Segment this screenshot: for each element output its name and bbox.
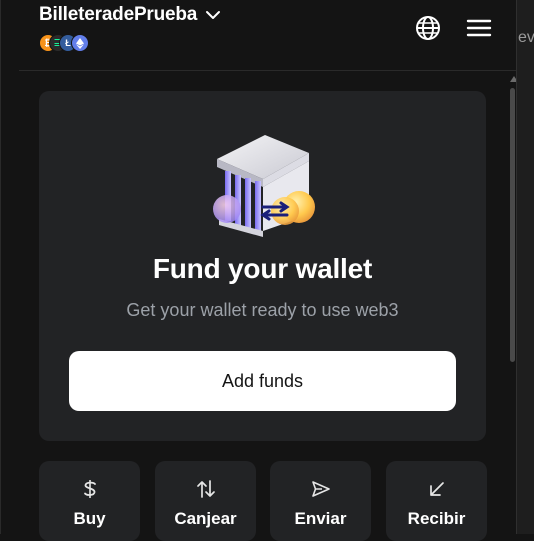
action-label-send: Enviar (294, 509, 347, 528)
add-funds-button[interactable]: Add funds (69, 351, 456, 411)
wallet-selector[interactable]: BilleteradePrueba (39, 4, 221, 26)
card-title: Fund your wallet (152, 253, 373, 284)
swap-arrows-icon (196, 480, 215, 498)
action-label-swap: Canjear (174, 509, 237, 528)
swap-button[interactable]: Canjear (155, 461, 256, 541)
adjacent-window-edge: ev (516, 0, 534, 534)
buy-button[interactable]: Buy (39, 461, 140, 541)
adjacent-window-text: ev (518, 29, 534, 46)
wallet-name: BilleteradePrueba (39, 4, 198, 25)
send-icon (311, 481, 330, 497)
ethereum-icon (71, 34, 89, 52)
action-label-receive: Recibir (407, 509, 466, 528)
card-subtitle: Get your wallet ready to use web3 (126, 300, 399, 320)
bank-with-coins-illustration (213, 135, 315, 237)
wallet-panel: BilleteradePrueba ₿ Ł Fund your wallet G… (0, 0, 518, 541)
receive-button[interactable]: Recibir (386, 461, 487, 541)
send-button[interactable]: Enviar (270, 461, 371, 541)
chevron-down-icon (206, 11, 221, 19)
dollar-icon (83, 480, 96, 498)
globe-icon[interactable] (415, 15, 441, 41)
action-label-buy: Buy (73, 509, 106, 528)
header: BilleteradePrueba ₿ Ł (19, 0, 517, 71)
receive-arrow-icon (429, 482, 444, 496)
hamburger-menu-icon[interactable] (466, 16, 492, 40)
scroll-thumb[interactable] (510, 88, 515, 362)
fund-wallet-card: Fund your wallet Get your wallet ready t… (39, 91, 486, 441)
quick-actions: Buy Canjear Enviar Recibir (39, 461, 487, 541)
